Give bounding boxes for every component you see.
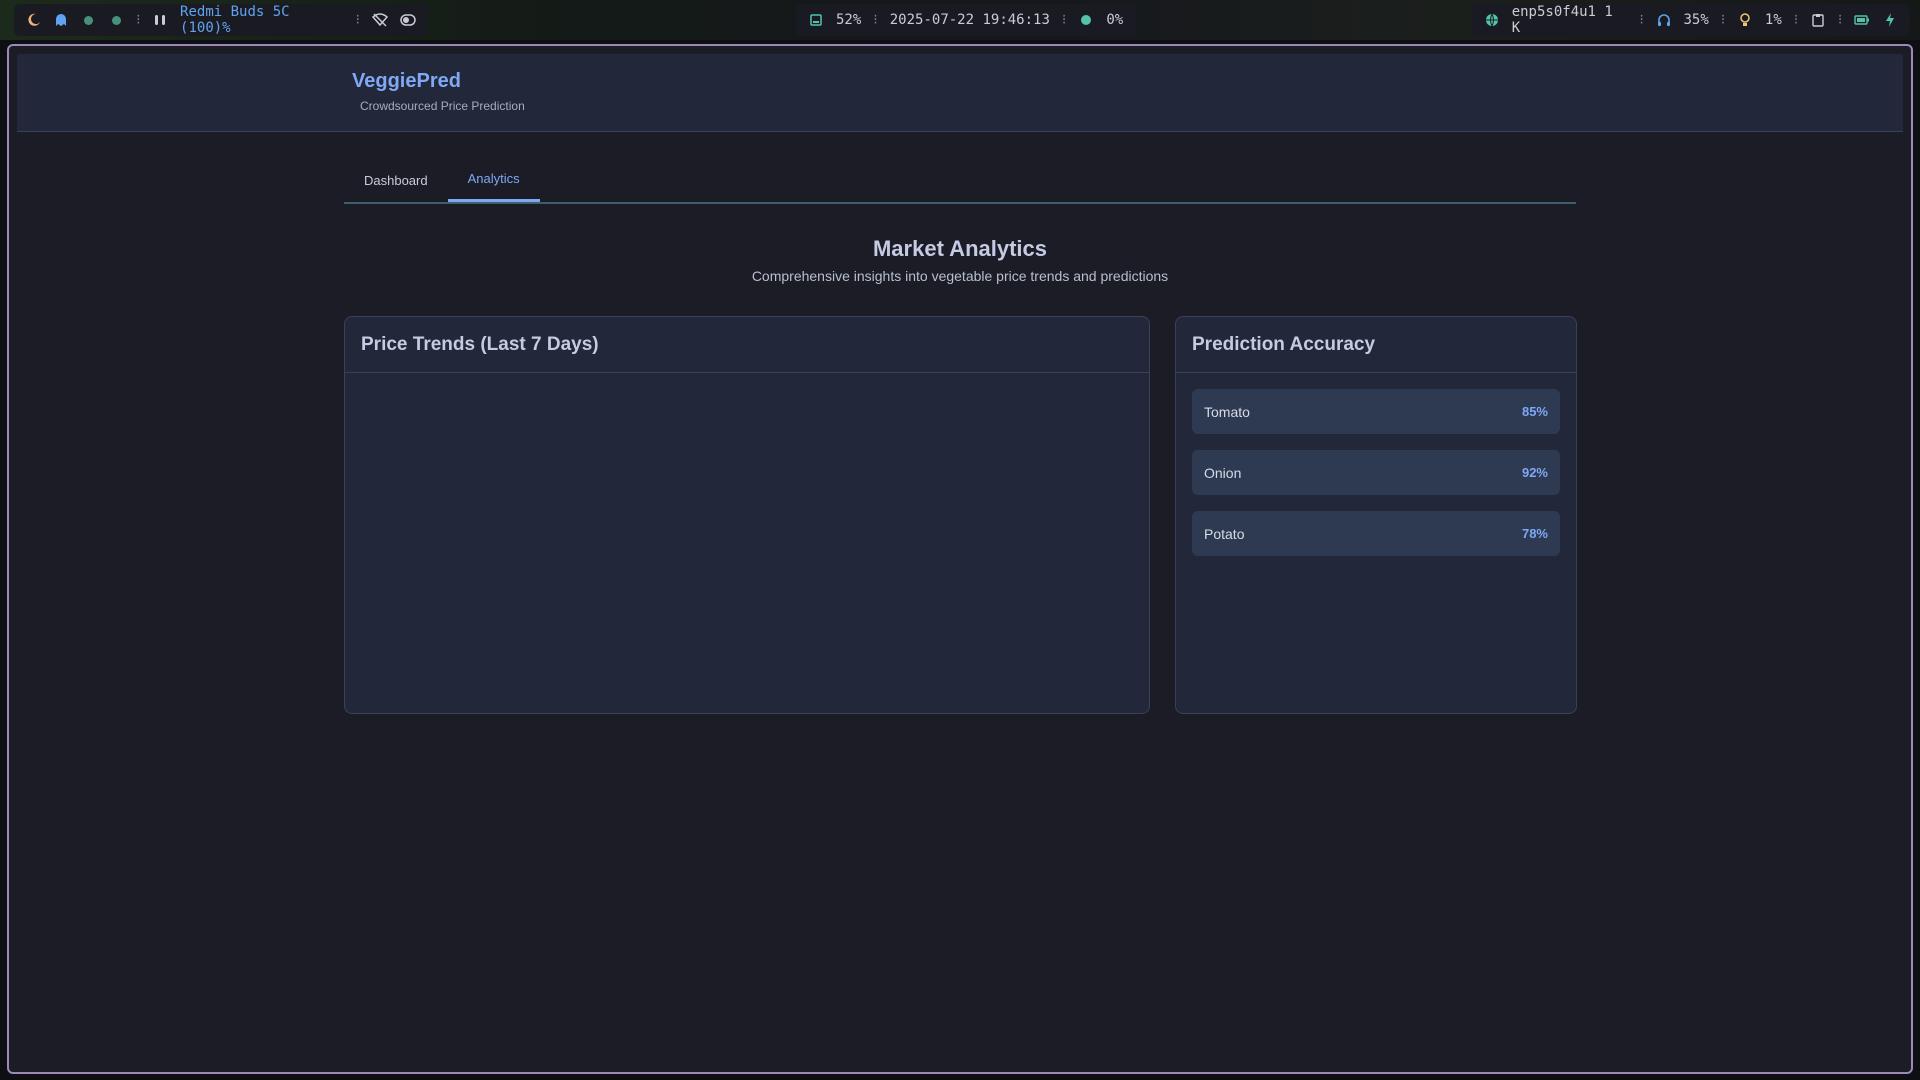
earbuds-icon	[153, 12, 169, 28]
headphones-icon	[1656, 12, 1672, 28]
prediction-accuracy-card: Prediction Accuracy Tomato 85% Onion 92%…	[1175, 316, 1577, 714]
moon-icon[interactable]	[26, 12, 42, 28]
status-left-group: ⁝ Redmi Buds 5C (100)% ⁝	[14, 4, 428, 36]
accuracy-item-value: 85%	[1521, 404, 1548, 419]
wifi-off-icon[interactable]	[371, 12, 388, 28]
accuracy-item-potato: Potato 78%	[1192, 511, 1560, 556]
ghost-icon[interactable]	[54, 12, 70, 28]
tab-bar: Dashboard Analytics	[344, 158, 1576, 204]
app-window: VeggiePred Crowdsourced Price Prediction…	[7, 44, 1913, 1074]
accuracy-item-name: Tomato	[1204, 403, 1250, 420]
page-header: Market Analytics Comprehensive insights …	[9, 236, 1911, 284]
brightness-level[interactable]: 1%	[1765, 12, 1782, 28]
accuracy-item-value: 92%	[1521, 465, 1548, 480]
separator: ⁝	[136, 12, 141, 28]
price-trends-chart-area	[345, 374, 1149, 713]
system-status-bar: ⁝ Redmi Buds 5C (100)% ⁝ 52% ⁝ 2025-07-2…	[0, 0, 1920, 40]
battery-icon[interactable]	[1854, 12, 1870, 28]
workspace-dot-icon[interactable]	[109, 12, 125, 28]
network-speed: enp5s0f4u1 1 K	[1511, 4, 1613, 36]
workspace-dot-icon[interactable]	[81, 12, 97, 28]
price-trends-card: Price Trends (Last 7 Days)	[344, 316, 1150, 714]
tab-analytics[interactable]: Analytics	[447, 158, 540, 202]
separator: ⁝	[1793, 12, 1799, 28]
cpu-icon	[1078, 12, 1094, 28]
status-center-group: 52% ⁝ 2025-07-22 19:46:13 ⁝ 0%	[796, 4, 1136, 36]
brand-tagline: Crowdsourced Price Prediction	[360, 99, 525, 113]
separator: ⁝	[1639, 12, 1644, 28]
cpu-usage: 0%	[1106, 12, 1124, 28]
accuracy-item-value: 78%	[1521, 526, 1548, 541]
separator: ⁝	[355, 12, 360, 28]
separator: ⁝	[1720, 12, 1726, 28]
clock[interactable]: 2025-07-22 19:46:13	[890, 12, 1050, 28]
toggle-icon[interactable]	[400, 12, 416, 28]
accuracy-item-name: Potato	[1204, 525, 1245, 542]
brand: VeggiePred Crowdsourced Price Prediction	[352, 70, 525, 113]
page-subtitle: Comprehensive insights into vegetable pr…	[751, 268, 1169, 284]
status-right-group: enp5s0f4u1 1 K ⁝ 35% ⁝ 1% ⁝ ⁝	[1472, 4, 1910, 36]
separator: ⁝	[1837, 12, 1843, 28]
bluetooth-device-label[interactable]: Redmi Buds 5C (100)%	[180, 4, 344, 36]
prediction-accuracy-title: Prediction Accuracy	[1176, 317, 1576, 373]
separator: ⁝	[873, 12, 878, 28]
price-trends-title: Price Trends (Last 7 Days)	[345, 317, 1149, 373]
charging-bolt-icon	[1882, 12, 1898, 28]
accuracy-item-name: Onion	[1204, 464, 1242, 481]
app-header: VeggiePred Crowdsourced Price Prediction	[17, 54, 1903, 132]
disk-icon	[808, 12, 824, 28]
network-globe-icon	[1484, 12, 1500, 28]
tab-dashboard[interactable]: Dashboard	[344, 158, 448, 202]
accuracy-item-onion: Onion 92%	[1192, 450, 1560, 495]
lightbulb-icon	[1737, 12, 1753, 28]
brand-title[interactable]: VeggiePred	[352, 70, 525, 93]
separator: ⁝	[1061, 12, 1067, 28]
volume-level[interactable]: 35%	[1683, 12, 1708, 28]
page-title: Market Analytics	[872, 236, 1048, 261]
clipboard-icon[interactable]	[1810, 12, 1826, 28]
accuracy-list: Tomato 85% Onion 92% Potato 78%	[1176, 373, 1576, 572]
accuracy-item-tomato: Tomato 85%	[1192, 389, 1560, 434]
disk-usage: 52%	[836, 12, 862, 28]
